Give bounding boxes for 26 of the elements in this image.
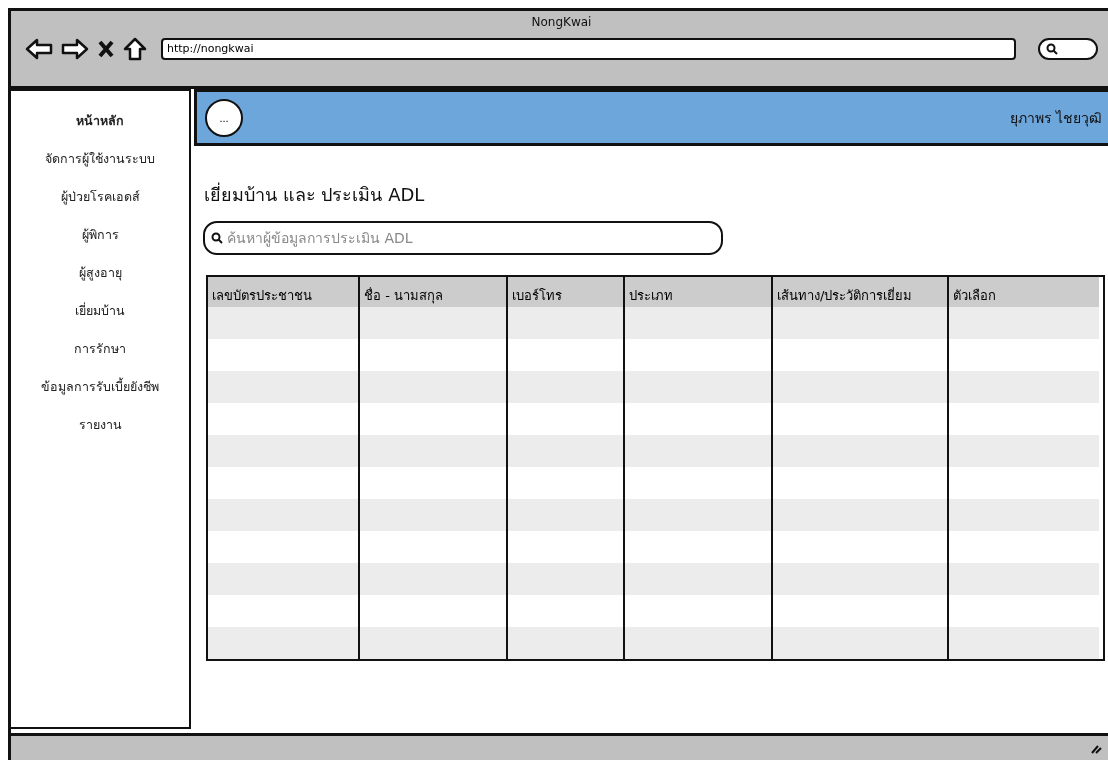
sidebar-item[interactable]: เยี่ยมบ้าน: [75, 299, 125, 323]
sidebar-item[interactable]: หน้าหลัก: [76, 109, 124, 133]
sidebar-item[interactable]: ผู้สูงอายุ: [78, 261, 122, 285]
column-header: เลขบัตรประชาชน: [208, 277, 358, 307]
sidebar-item[interactable]: รายงาน: [78, 413, 122, 437]
window-title: NongKwai: [530, 15, 593, 29]
search-field[interactable]: [1038, 38, 1098, 60]
sidebar-item[interactable]: ผู้ป่วยโรคเอดส์: [60, 185, 140, 209]
column-header: ประเภท: [623, 277, 771, 307]
menu-button[interactable]: ...: [205, 98, 243, 137]
page-title: เยี่ยมบ้าน และ ประเมิน ADL: [204, 181, 426, 207]
address-field[interactable]: http://nongkwai: [161, 38, 1016, 60]
search-field[interactable]: ค้นหาผู้ข้อมูลการประเมิน ADL: [203, 221, 723, 255]
back-arrow-icon[interactable]: [25, 37, 53, 61]
sidebar-item[interactable]: ข้อมูลการรับเบี้ยยังชีพ: [41, 375, 159, 399]
search-icon: [1046, 43, 1058, 55]
column-header: ตัวเลือก: [947, 277, 1099, 307]
forward-arrow-icon[interactable]: [61, 37, 89, 61]
column-header: เบอร์โทร: [506, 277, 623, 307]
search-icon: [211, 232, 223, 244]
sidebar-item[interactable]: การรักษา: [74, 337, 126, 361]
column-header: ชื่อ - นามสกุล: [358, 277, 506, 307]
sidebar-item[interactable]: ผู้พิการ: [81, 223, 119, 247]
user-name: ยุภาพร ไชยวุฒิ: [1009, 108, 1102, 129]
column-header: เส้นทาง/ประวัติการเยี่ยม: [771, 277, 947, 307]
sidebar-item[interactable]: จัดการผู้ใช้งานระบบ: [45, 147, 155, 171]
